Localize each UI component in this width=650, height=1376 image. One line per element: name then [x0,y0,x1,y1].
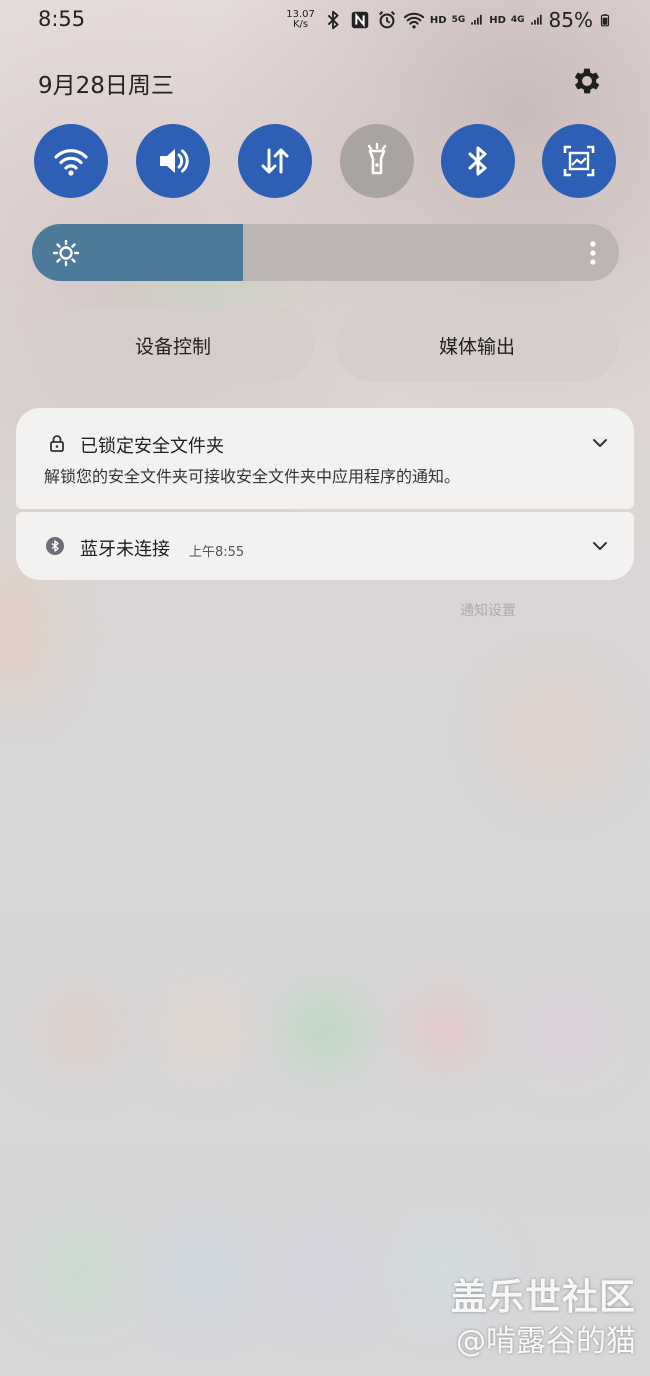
bluetooth-icon [468,146,487,176]
nfc-icon [351,11,369,29]
app-icon-blur-3 [285,990,365,1070]
hd-label-2: HD [489,14,506,26]
more-options-icon[interactable] [583,238,603,268]
notification-secure-folder[interactable]: 已锁定安全文件夹 解锁您的安全文件夹可接收安全文件夹中应用程序的通知。 [16,408,634,509]
quick-settings-row [34,124,616,198]
app-icon-blur-4 [405,990,485,1070]
app-icon-blur-2 [165,990,245,1070]
media-output-button[interactable]: 媒体输出 [336,308,618,382]
chevron-down-icon[interactable] [590,536,610,556]
notification-settings-link[interactable]: 通知设置 [460,600,516,620]
mobile-data-icon [261,148,289,174]
device-control-button[interactable]: 设备控制 [32,308,314,382]
status-icons: 13.07 K/s HD 5G HD 4G 85% [286,5,612,35]
watermark-author: @啃露谷的猫 [456,1324,636,1359]
background-blur-2 [500,680,610,790]
battery-percent: 85% [548,8,593,32]
mobile-data-toggle[interactable] [238,124,312,198]
brightness-slider[interactable] [32,224,619,281]
bluetooth-toggle[interactable] [441,124,515,198]
screenshot-icon [563,145,595,177]
wifi-icon [54,149,88,176]
flashlight-toggle[interactable] [340,124,414,198]
battery-icon [600,14,610,27]
network-speed: 13.07 K/s [286,10,315,30]
sound-toggle[interactable] [136,124,210,198]
network-type-2: 4G [510,15,525,25]
hd-label-1: HD [429,14,447,26]
notification-time: 上午8:55 [189,545,245,560]
date-label: 9月28日周三 [38,73,174,99]
app-icon-blur-6 [40,1230,120,1310]
wifi-icon [403,12,425,29]
network-speed-unit: K/s [293,19,309,30]
sound-icon [160,149,189,173]
notification-body: 解锁您的安全文件夹可接收安全文件夹中应用程序的通知。 [44,467,461,486]
chevron-down-icon[interactable] [590,433,610,453]
bluetooth-icon [327,10,339,30]
app-icon-blur-7 [165,1230,245,1310]
signal-icon-2 [530,14,542,25]
app-icon-blur-8 [285,1230,365,1310]
background-blur-3 [0,560,50,700]
network-type-1: 5G [451,15,466,25]
wifi-toggle[interactable] [34,124,108,198]
gear-icon [574,68,600,94]
flashlight-icon [367,142,387,175]
status-bar: 8:55 13.07 K/s HD 5G HD 4G 85% [0,0,650,40]
alarm-icon [378,11,395,29]
signal-icon [471,14,482,25]
bluetooth-app-icon [46,537,64,555]
settings-button[interactable] [570,64,604,98]
notification-bluetooth[interactable]: 蓝牙未连接 上午8:55 [16,512,634,580]
screenshot-toggle[interactable] [542,124,616,198]
sun-icon [52,239,80,267]
status-time: 8:55 [38,7,86,31]
app-icon-blur-5 [525,990,605,1070]
app-icon-blur-1 [40,990,120,1070]
watermark-title: 盖乐世社区 [450,1277,636,1318]
lock-icon [50,435,64,452]
notification-title: 蓝牙未连接 [80,539,170,560]
notification-title: 已锁定安全文件夹 [80,436,224,457]
